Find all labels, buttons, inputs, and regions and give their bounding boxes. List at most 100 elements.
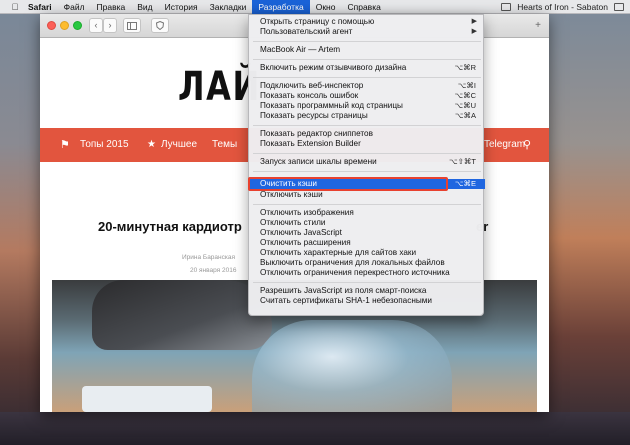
menu-item-disable-cross-origin-restrictions[interactable]: Отключить ограничения перекрестного исто…	[249, 268, 485, 278]
menu-item-label: Отключить кэши	[260, 190, 323, 199]
menu-shortcut: ⌥⌘I	[457, 81, 476, 90]
bookmark-icon: ⚑	[60, 139, 70, 151]
desktop-wallpaper-bottom	[0, 412, 630, 445]
back-button[interactable]: ‹	[89, 18, 103, 33]
window-icon[interactable]	[614, 3, 624, 11]
new-tab-button[interactable]: +	[532, 21, 544, 33]
menu-item-label: Отключить расширения	[260, 238, 351, 247]
menu-item-label: Показать редактор сниппетов	[260, 129, 373, 138]
menu-item-responsive-design[interactable]: Включить режим отзывчивого дизайна ⌥⌘R	[249, 63, 485, 73]
menu-shortcut: ⌥⇧⌘T	[448, 157, 476, 166]
menu-separator	[253, 59, 481, 60]
menu-item-sha1-insecure[interactable]: Считать сертификаты SHA-1 небезопасными	[249, 296, 485, 306]
menu-bar:  Safari Файл Правка Вид История Закладк…	[0, 0, 630, 14]
menu-item-label: Отключить характерные для сайтов хаки	[260, 248, 417, 257]
menu-item-label: Открыть страницу с помощью	[260, 17, 375, 26]
menu-shortcut: ⌥⌘R	[454, 63, 476, 72]
menu-item-disable-caches[interactable]: Отключить кэши	[249, 190, 485, 200]
article-title[interactable]: 20-минутная кардиотр	[98, 219, 242, 234]
menu-separator	[253, 204, 481, 205]
menu-item-device[interactable]: MacBook Air — Artem	[249, 45, 485, 55]
nav-item-tops[interactable]: Топы 2015	[80, 128, 129, 162]
menu-item-disable-extensions[interactable]: Отключить расширения	[249, 238, 485, 248]
menu-item-user-agent[interactable]: Пользовательский агент ▶	[249, 27, 485, 37]
menu-item-label: Показать программный код страницы	[260, 101, 403, 110]
menu-separator	[253, 282, 481, 283]
apple-icon[interactable]: 	[8, 2, 22, 12]
submenu-arrow-icon: ▶	[471, 18, 477, 25]
nav-item-topics[interactable]: Темы	[212, 128, 237, 162]
menu-item-label: Показать консоль ошибок	[260, 91, 359, 100]
menu-shortcut: ⌥⌘A	[454, 111, 476, 120]
menu-item-label: Разрешить JavaScript из поля смарт-поиск…	[260, 286, 427, 295]
menu-file[interactable]: Файл	[58, 0, 91, 14]
article-date: 20 января 2016	[190, 267, 237, 274]
menu-item-label: Пользовательский агент	[260, 27, 353, 36]
menu-history[interactable]: История	[159, 0, 204, 14]
zoom-window-button[interactable]	[73, 21, 82, 30]
now-playing-text[interactable]: Hearts of Iron - Sabaton	[517, 2, 608, 12]
menu-item-label: Показать Extension Builder	[260, 139, 361, 148]
menu-item-disable-styles[interactable]: Отключить стили	[249, 218, 485, 228]
article-author[interactable]: Ирина Баранская	[182, 254, 235, 261]
hero-shoe-shape	[92, 280, 272, 350]
menu-separator	[253, 153, 481, 154]
menu-shortcut: ⌥⌘C	[454, 91, 476, 100]
menu-item-label: Включить режим отзывчивого дизайна	[260, 63, 407, 72]
menu-item-disable-local-file-restrictions[interactable]: Выключить ограничения для локальных файл…	[249, 258, 485, 268]
menu-item-label: Показать ресурсы страницы	[260, 111, 368, 120]
menu-item-disable-site-hacks[interactable]: Отключить характерные для сайтов хаки	[249, 248, 485, 258]
sidebar-button[interactable]	[123, 18, 141, 33]
menu-item-web-inspector[interactable]: Подключить веб-инспектор ⌥⌘I	[249, 81, 485, 91]
menu-item-label: Отключить стили	[260, 218, 326, 227]
menu-edit[interactable]: Правка	[91, 0, 132, 14]
menu-item-open-page-with[interactable]: Открыть страницу с помощью ▶	[249, 17, 485, 27]
hero-bottle-shape	[252, 320, 452, 412]
nav-item-best[interactable]: Лучшее	[161, 128, 197, 162]
menu-develop[interactable]: Разработка	[252, 0, 310, 14]
menu-item-extension-builder[interactable]: Показать Extension Builder	[249, 139, 485, 149]
star-icon: ★	[147, 139, 156, 150]
menu-item-timeline-recording[interactable]: Запуск записи шкалы времени ⌥⇧⌘T	[249, 157, 485, 167]
menu-shortcut: ⌥⌘U	[454, 101, 476, 110]
menu-item-label: Запуск записи шкалы времени	[260, 157, 377, 166]
shield-icon	[155, 20, 165, 31]
menu-item-disable-javascript[interactable]: Отключить JavaScript	[249, 228, 485, 238]
reader-button[interactable]	[151, 18, 169, 33]
menu-help[interactable]: Справка	[341, 0, 386, 14]
search-icon[interactable]: ⚲	[523, 128, 531, 162]
now-playing-icon[interactable]	[501, 3, 512, 11]
menu-item-label: Считать сертификаты SHA-1 небезопасными	[260, 296, 432, 305]
menu-bookmarks[interactable]: Закладки	[204, 0, 253, 14]
sidebar-icon	[127, 22, 137, 30]
menu-item-label: Выключить ограничения для локальных файл…	[260, 258, 445, 267]
nav-item-telegram[interactable]: Telegram	[484, 128, 525, 162]
desktop-wallpaper-left	[0, 14, 40, 445]
menu-item-page-source[interactable]: Показать программный код страницы ⌥⌘U	[249, 101, 485, 111]
forward-button[interactable]: ›	[103, 18, 117, 33]
close-window-button[interactable]	[47, 21, 56, 30]
menu-item-label: MacBook Air — Artem	[260, 45, 341, 54]
menu-item-allow-js-smart-search[interactable]: Разрешить JavaScript из поля смарт-поиск…	[249, 286, 485, 296]
desktop-wallpaper-right	[548, 14, 630, 445]
hero-device-shape	[82, 386, 212, 412]
annotation-highlight-box	[248, 177, 448, 191]
menu-separator	[253, 125, 481, 126]
menu-item-label: Отключить изображения	[260, 208, 354, 217]
menu-shortcut: ⌥⌘E	[454, 179, 476, 188]
menu-separator	[253, 41, 481, 42]
minimize-window-button[interactable]	[60, 21, 69, 30]
menu-item-label: Отключить JavaScript	[260, 228, 342, 237]
menu-item-label: Отключить ограничения перекрестного исто…	[260, 268, 450, 277]
menu-separator	[253, 171, 481, 172]
menu-item-snippet-editor[interactable]: Показать редактор сниппетов	[249, 129, 485, 139]
menu-item-error-console[interactable]: Показать консоль ошибок ⌥⌘C	[249, 91, 485, 101]
menubar-status-area: Hearts of Iron - Sabaton	[501, 0, 624, 14]
menu-item-disable-images[interactable]: Отключить изображения	[249, 208, 485, 218]
menu-view[interactable]: Вид	[131, 0, 158, 14]
develop-menu: Открыть страницу с помощью ▶ Пользователь…	[248, 14, 485, 316]
menu-app-safari[interactable]: Safari	[22, 0, 58, 14]
menu-separator	[253, 77, 481, 78]
menu-window[interactable]: Окно	[310, 0, 342, 14]
menu-item-page-resources[interactable]: Показать ресурсы страницы ⌥⌘A	[249, 111, 485, 121]
